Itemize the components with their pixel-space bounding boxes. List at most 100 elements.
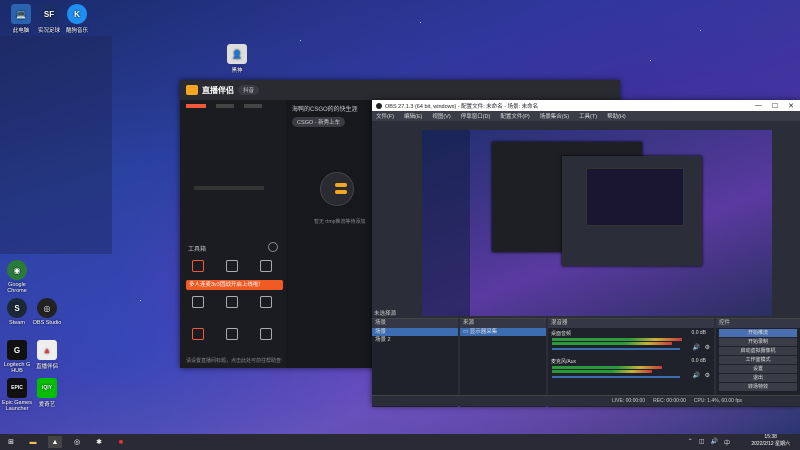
obs-title: OBS 27.1.3 (64 bit, windows) - 配置文件: 未命名… xyxy=(385,103,539,110)
link-icon xyxy=(192,296,204,308)
box-icon xyxy=(260,260,272,272)
desktop-icon-label: Steam xyxy=(9,320,25,326)
gear-icon[interactable]: ⚙ xyxy=(705,344,710,351)
cpu-status: CPU: 1.4%, 60.00 fps xyxy=(693,398,742,404)
obs-taskbar-icon[interactable]: ◎ xyxy=(70,436,84,448)
chart-icon xyxy=(226,328,238,340)
menu-file[interactable]: 文件(F) xyxy=(376,112,394,120)
preview-nested-obs xyxy=(562,156,702,266)
live-status: LIVE: 00:00:00 xyxy=(612,398,646,404)
volume-icon[interactable]: 🔊 xyxy=(711,438,718,447)
transition-button[interactable]: 转场特效 xyxy=(719,383,797,391)
network-icon[interactable]: ◫ xyxy=(699,438,705,447)
toolbox-item[interactable] xyxy=(186,296,210,310)
source-item[interactable]: ▭ 显示器采集 xyxy=(460,328,546,336)
live-companion-sidebar: 工具箱 多人连麦3v3团战开启上线啦！ 请设置直播间标题，点击此处可前往帮助查看 xyxy=(180,100,286,368)
desktop-icon-chrome[interactable]: ◉ Google Chrome xyxy=(0,260,36,294)
menu-profile[interactable]: 配置文件(P) xyxy=(500,112,529,120)
taskbar: ⊞ ▬ ▲ ◎ ✱ ■ ⌃ ◫ 🔊 中 15:38 2022/2/12 星期六 xyxy=(0,434,800,450)
shop-icon xyxy=(260,328,272,340)
obs-menubar: 文件(F) 编辑(E) 视图(V) 停靠窗口(D) 配置文件(P) 场景集合(S… xyxy=(372,111,800,121)
settings-button[interactable]: 设置 xyxy=(719,365,797,373)
user-avatar-icon: 👤 xyxy=(227,44,247,64)
toolbox-item[interactable] xyxy=(254,260,278,274)
download-icon xyxy=(226,296,238,308)
desktop-icon-label: 直播伴侣 xyxy=(35,364,58,370)
toolbox-label: 工具箱 xyxy=(188,247,207,253)
channel-name: 麦克风/Aux xyxy=(551,359,577,365)
monitor-icon: ▭ xyxy=(463,329,470,335)
steam-icon: S xyxy=(7,298,27,318)
start-icon[interactable]: ⊞ xyxy=(4,436,18,448)
menu-tools[interactable]: 工具(T) xyxy=(579,112,597,120)
speaker-icon[interactable]: 🔊 xyxy=(693,372,700,379)
scene-item[interactable]: 场景 xyxy=(372,328,458,336)
red-app-taskbar-icon[interactable]: ■ xyxy=(114,436,128,448)
tab[interactable] xyxy=(216,104,234,108)
obs-titlebar: OBS 27.1.3 (64 bit, windows) - 配置文件: 未命名… xyxy=(372,100,800,111)
file-explorer-icon[interactable]: ▬ xyxy=(26,436,40,448)
platform-badge[interactable]: 抖音 xyxy=(238,85,260,95)
chrome-icon: ◉ xyxy=(7,260,27,280)
toolbox-item[interactable] xyxy=(220,260,244,274)
desktop-icon-live-companion[interactable]: ▲ 直播伴侣 xyxy=(28,340,66,370)
menu-docks[interactable]: 停靠窗口(D) xyxy=(461,112,491,120)
volume-slider[interactable] xyxy=(552,348,680,350)
start-recording-button[interactable]: 开始录制 xyxy=(719,338,797,346)
scene-tag[interactable]: CSGO - 新秀上车 xyxy=(292,117,346,127)
rec-status: REC: 00:00:00 xyxy=(653,398,686,404)
more-icon[interactable] xyxy=(268,242,278,252)
controls-dock: 控件 开始推流 开始录制 启动虚拟摄像机 工作室模式 设置 退出 转场特效 xyxy=(716,318,800,407)
minimize-icon[interactable]: — xyxy=(755,102,762,110)
obs-logo-icon xyxy=(376,102,382,109)
app-title: 直播伴侣 xyxy=(202,85,234,95)
obs-icon: ◎ xyxy=(37,298,57,318)
menu-scene-collection[interactable]: 场景集合(S) xyxy=(540,112,569,120)
desktop-icon-kugou[interactable]: K 酷狗音乐 xyxy=(58,4,96,34)
menu-help[interactable]: 帮助(H) xyxy=(607,112,626,120)
ime-icon[interactable]: 中 xyxy=(724,438,730,447)
close-icon[interactable]: ✕ xyxy=(788,102,794,110)
taskbar-clock[interactable]: 15:38 2022/2/12 星期六 xyxy=(751,434,790,448)
tab[interactable] xyxy=(244,104,262,108)
bottom-hint[interactable]: 请设置直播间标题，点击此处可前往帮助查看 xyxy=(186,357,282,364)
tray-up-icon[interactable]: ⌃ xyxy=(688,438,693,447)
desktop-icon-iqiyi[interactable]: iQIY 爱奇艺 xyxy=(28,378,66,408)
logitech-icon: G xyxy=(7,340,27,360)
volume-slider[interactable] xyxy=(552,376,680,378)
live-companion-taskbar-icon[interactable]: ▲ xyxy=(48,436,62,448)
exit-button[interactable]: 退出 xyxy=(719,374,797,382)
computer-icon: 💻 xyxy=(11,4,31,24)
toolbox-item[interactable] xyxy=(254,296,278,310)
controls-header: 控件 xyxy=(716,319,800,328)
start-streaming-button[interactable]: 开始推流 xyxy=(719,329,797,337)
app-taskbar-icon[interactable]: ✱ xyxy=(92,436,106,448)
toolbox-item[interactable] xyxy=(220,296,244,310)
camera-icon xyxy=(192,260,204,272)
obs-statusbar: LIVE: 00:00:00 REC: 00:00:00 CPU: 1.4%, … xyxy=(372,395,800,406)
speaker-icon[interactable]: 🔊 xyxy=(693,344,700,351)
live-companion-logo-icon xyxy=(186,85,198,95)
gear-icon[interactable]: ⚙ xyxy=(705,372,710,379)
toolbox-item[interactable] xyxy=(186,260,210,274)
studio-mode-button[interactable]: 工作室模式 xyxy=(719,356,797,364)
desktop-icon-user[interactable]: 👤 黑神 xyxy=(218,44,256,74)
kugou-music-icon: K xyxy=(67,4,87,24)
tab-active[interactable] xyxy=(186,104,206,108)
desktop-icon-obs[interactable]: ◎ OBS Studio xyxy=(28,298,66,326)
menu-edit[interactable]: 编辑(E) xyxy=(404,112,422,120)
virtual-camera-button[interactable]: 启动虚拟摄像机 xyxy=(719,347,797,355)
obs-preview[interactable] xyxy=(422,130,772,316)
mixer-dock: 混音器 桌面音频 0.0 dB 🔊 ⚙ 麦克风/Aux 0.0 dB 🔊 ⚙ xyxy=(548,318,714,407)
desktop-icon-cluster xyxy=(0,36,112,254)
soccer-game-icon: SF xyxy=(39,4,59,24)
toolbox-item[interactable] xyxy=(254,328,278,342)
toolbox-item[interactable] xyxy=(220,328,244,342)
maximize-icon[interactable]: ☐ xyxy=(772,102,778,110)
scenes-dock: 未选择源 场景 场景 场景 2 + − ⌃ ⌄ xyxy=(372,311,458,407)
sources-dock: 来源 ▭ 显示器采集 + − ⚙ ⌃ ⌄ xyxy=(460,318,546,407)
menu-view[interactable]: 视图(V) xyxy=(432,112,450,120)
promo-banner[interactable]: 多人连麦3v3团战开启上线啦！ xyxy=(186,280,283,290)
toolbox-item[interactable] xyxy=(186,328,210,342)
scene-item[interactable]: 场景 2 xyxy=(372,336,458,344)
